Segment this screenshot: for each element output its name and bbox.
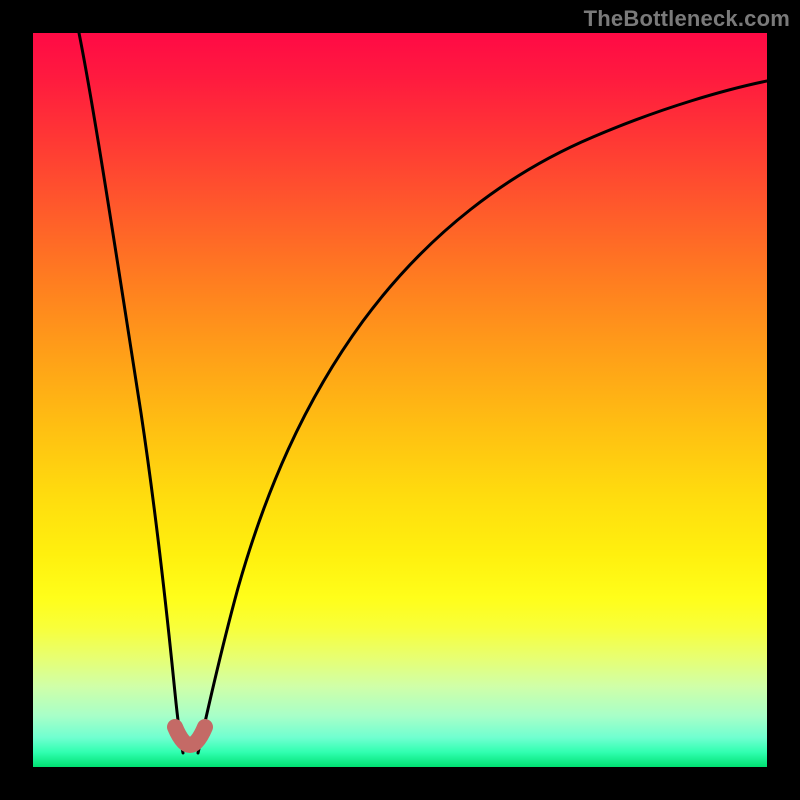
curve-left — [79, 33, 183, 753]
chart-frame: TheBottleneck.com — [0, 0, 800, 800]
bottleneck-curve-svg — [33, 33, 767, 767]
plot-area — [33, 33, 767, 767]
dip-highlight — [175, 727, 205, 745]
watermark-text: TheBottleneck.com — [584, 6, 790, 32]
curve-right — [198, 81, 767, 753]
